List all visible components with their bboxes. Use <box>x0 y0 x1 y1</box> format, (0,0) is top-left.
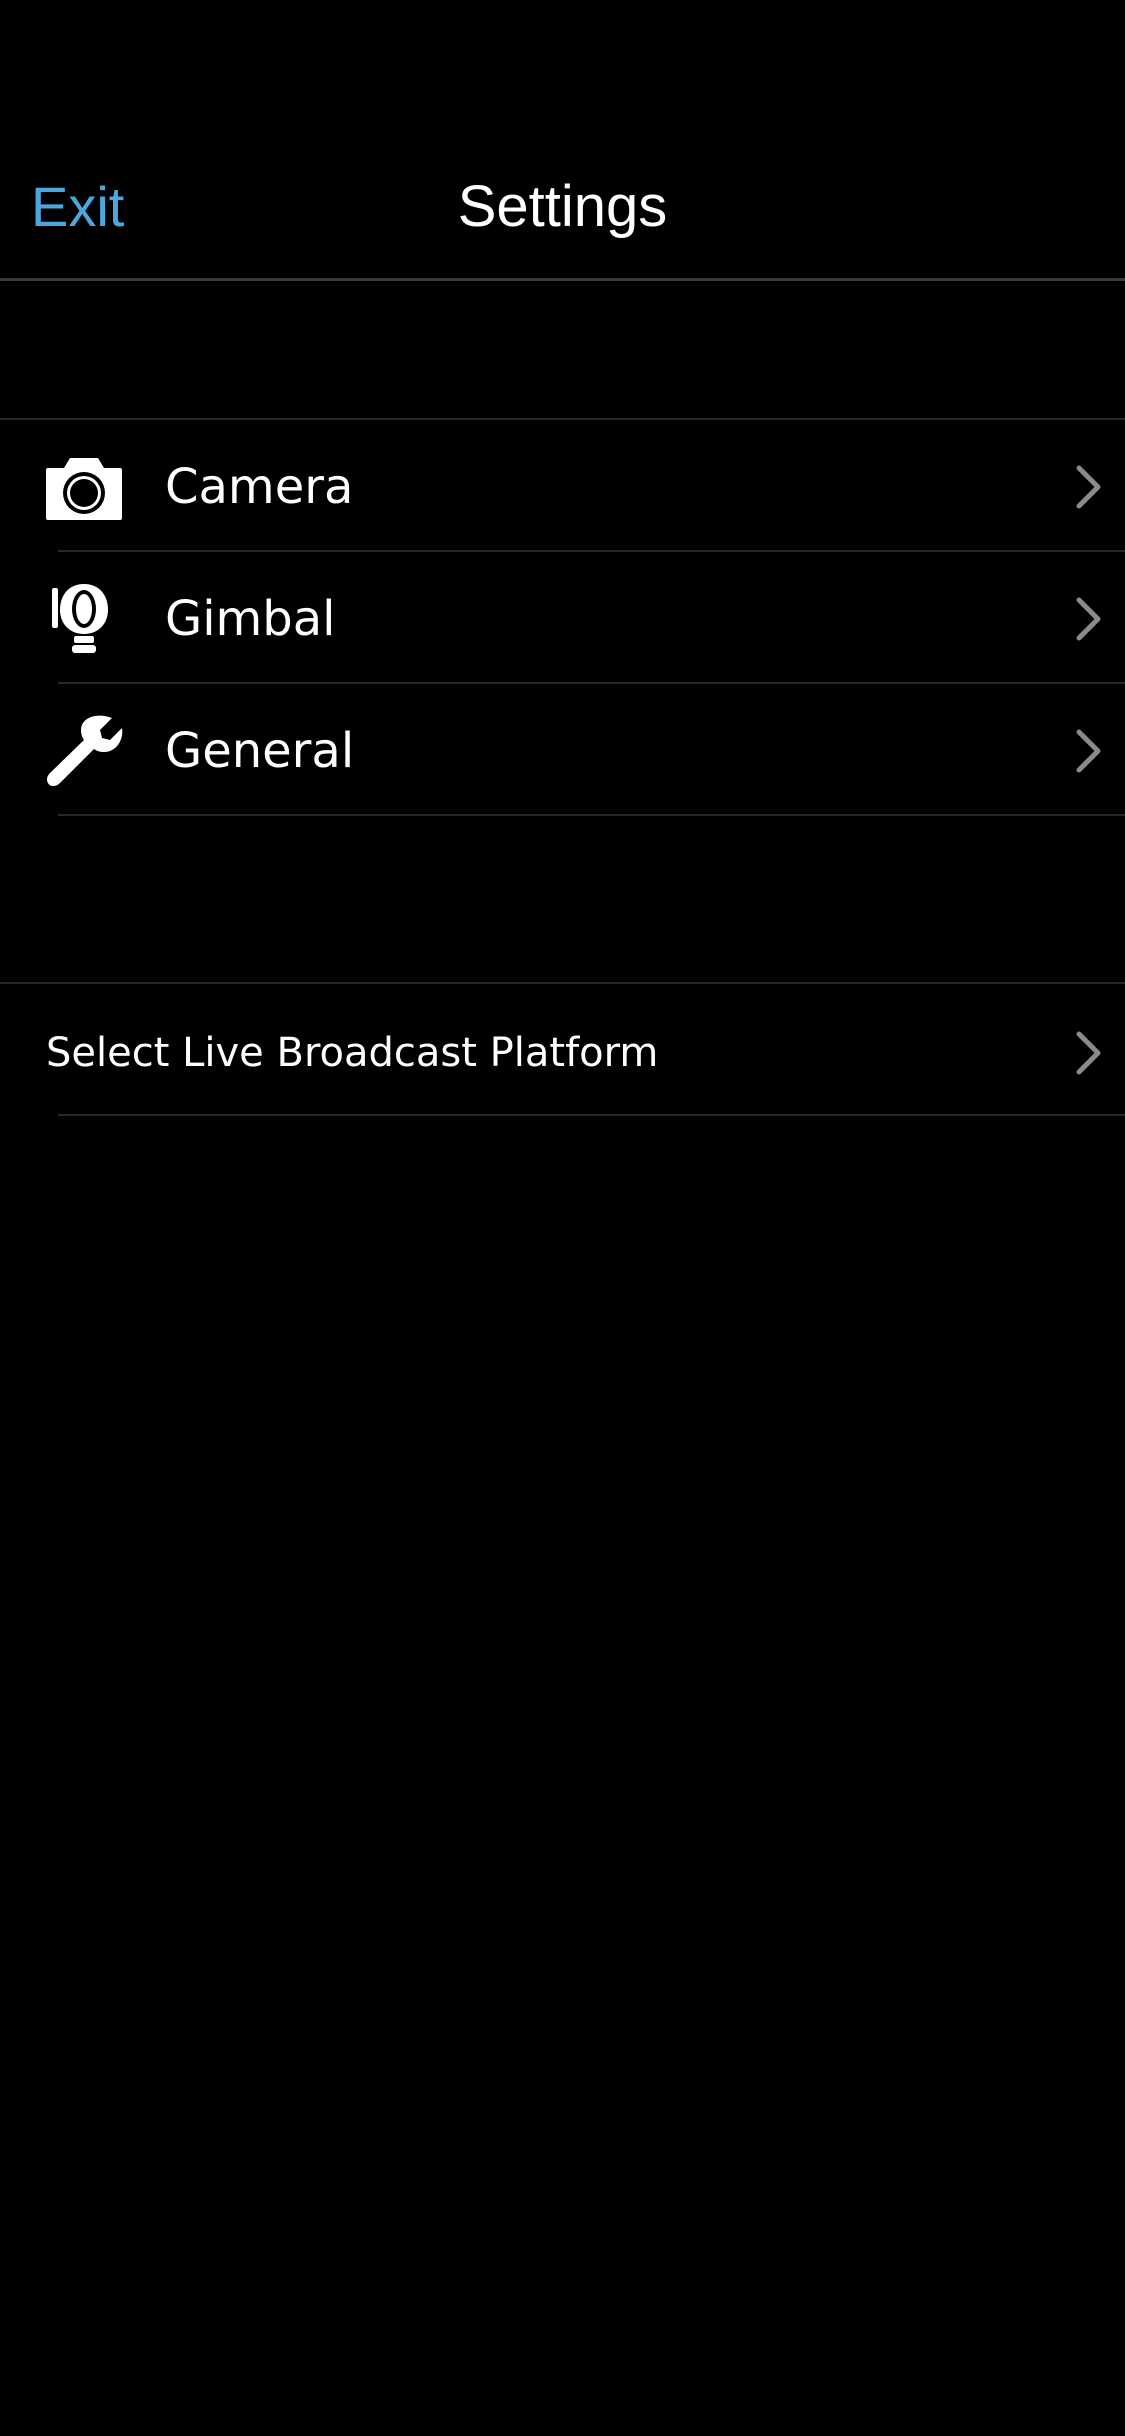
chevron-right-icon <box>1073 596 1103 642</box>
chevron-right-icon <box>1073 728 1103 774</box>
camera-icon <box>42 446 126 530</box>
settings-row-label: Camera <box>165 459 354 515</box>
settings-row-camera[interactable]: Camera <box>0 422 1125 552</box>
settings-row-label: Gimbal <box>165 591 336 647</box>
nav-divider <box>0 278 1125 281</box>
exit-button[interactable]: Exit <box>31 168 124 246</box>
page-title: Settings <box>457 174 668 239</box>
chevron-right-icon <box>1073 464 1103 510</box>
group-divider-top <box>0 418 1125 420</box>
nav-bar: Settings Exit <box>0 0 1125 281</box>
row-divider <box>58 550 1125 552</box>
broadcast-platform-row[interactable]: Select Live Broadcast Platform <box>0 988 1125 1118</box>
settings-row-general[interactable]: General <box>0 686 1125 816</box>
group-divider-top <box>0 982 1125 984</box>
row-divider <box>58 682 1125 684</box>
row-divider <box>58 1114 1125 1116</box>
settings-screen: Settings Exit Camera Gimbal General Sele… <box>0 0 1125 2436</box>
row-divider <box>58 814 1125 816</box>
settings-row-label: General <box>165 723 355 779</box>
wrench-icon <box>42 710 126 794</box>
gimbal-icon <box>42 578 126 662</box>
settings-row-gimbal[interactable]: Gimbal <box>0 554 1125 684</box>
chevron-right-icon <box>1073 1030 1103 1076</box>
broadcast-platform-label: Select Live Broadcast Platform <box>46 1030 659 1076</box>
